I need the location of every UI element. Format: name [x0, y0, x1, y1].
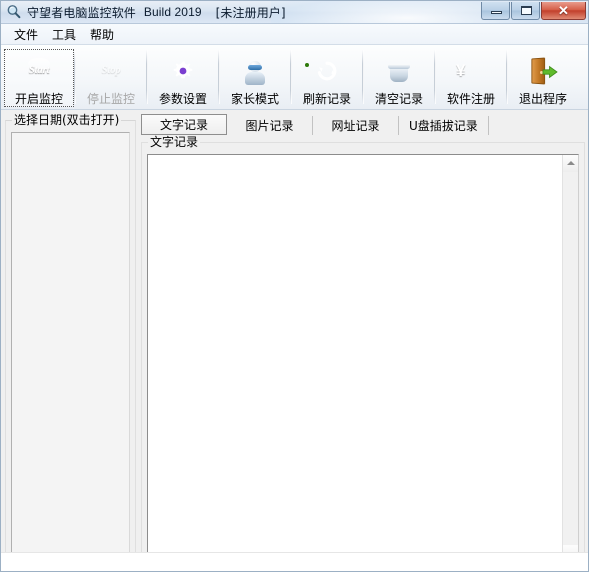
yen-register-icon: ¥	[456, 61, 466, 80]
start-monitoring-button[interactable]: Start 开启监控	[4, 49, 74, 107]
records-group-legend: 文字记录	[148, 135, 201, 149]
tab-image-records[interactable]: 图片记录	[227, 116, 313, 135]
menu-tools[interactable]: 工具	[45, 24, 83, 45]
records-box	[147, 154, 579, 563]
window-title-build: Build 2019	[143, 5, 202, 19]
register-software-button[interactable]: ¥ 软件注册	[436, 49, 506, 107]
tab-panel: 文字记录 图片记录 网址记录 U盘插拔记录 文字记录	[141, 114, 585, 570]
window-title: 守望者电脑监控软件	[27, 5, 136, 20]
start-monitoring-label: 开启监控	[14, 92, 63, 106]
records-vertical-scrollbar[interactable]	[562, 155, 578, 562]
date-list[interactable]	[11, 132, 130, 564]
bottom-strip	[1, 552, 588, 571]
register-software-label: 软件注册	[446, 92, 495, 106]
records-text-area[interactable]	[148, 155, 562, 562]
menu-bar: 文件 工具 帮助	[1, 24, 588, 45]
exit-program-label: 退出程序	[518, 92, 567, 106]
close-icon: ✕	[558, 3, 569, 18]
refresh-icon	[305, 56, 343, 88]
parent-mode-label: 家长模式	[230, 92, 279, 106]
toolbar: Start 开启监控 Stop 停止监控 参数设置 家长模式 刷新记录 清空记录…	[1, 45, 588, 110]
stop-monitoring-label: 停止监控	[86, 92, 135, 106]
minimize-button[interactable]	[481, 2, 510, 20]
date-selection-panel: 选择日期(双击打开)	[5, 113, 136, 570]
close-button[interactable]: ✕	[541, 2, 586, 20]
start-icon-text: Start	[28, 64, 50, 76]
clear-records-label: 清空记录	[374, 92, 423, 106]
clear-records-button[interactable]: 清空记录	[364, 49, 434, 107]
tab-usb-records-label: U盘插拔记录	[409, 119, 478, 133]
tab-url-records-label: 网址记录	[331, 119, 380, 133]
settings-button[interactable]: 参数设置	[148, 49, 218, 107]
exit-door-icon	[527, 56, 559, 88]
tab-image-records-label: 图片记录	[245, 119, 294, 133]
tab-text-records[interactable]: 文字记录	[141, 114, 227, 135]
minimize-icon	[491, 11, 502, 14]
exit-program-button[interactable]: 退出程序	[508, 49, 578, 107]
window-controls: ✕	[480, 2, 586, 20]
settings-label: 参数设置	[158, 92, 207, 106]
tab-strip-filler	[489, 116, 585, 135]
menu-file[interactable]: 文件	[7, 24, 45, 45]
start-monitor-icon: Start	[23, 56, 55, 88]
stop-monitoring-button[interactable]: Stop 停止监控	[76, 49, 146, 107]
chevron-up-icon	[567, 161, 575, 165]
scroll-up-button[interactable]	[563, 155, 578, 172]
main-body: 选择日期(双击打开) 文字记录 图片记录 网址记录 U盘插拔记录 文字记录	[1, 110, 588, 571]
refresh-records-button[interactable]: 刷新记录	[292, 49, 362, 107]
menu-help[interactable]: 帮助	[83, 24, 121, 45]
maximize-button[interactable]	[511, 2, 540, 20]
magnifier-app-icon	[6, 4, 22, 20]
title-bar[interactable]: 守望者电脑监控软件 Build 2019 [未注册用户] ✕	[1, 1, 588, 24]
parent-mode-icon	[239, 56, 271, 88]
date-panel-legend: 选择日期(双击打开)	[12, 113, 122, 127]
refresh-records-label: 刷新记录	[302, 92, 351, 106]
tab-text-records-label: 文字记录	[159, 118, 208, 132]
stop-icon-text: Stop	[101, 64, 121, 76]
gear-icon	[167, 56, 199, 88]
tab-strip: 文字记录 图片记录 网址记录 U盘插拔记录	[141, 114, 585, 135]
parent-mode-button[interactable]: 家长模式	[220, 49, 290, 107]
application-window: 守望者电脑监控软件 Build 2019 [未注册用户] ✕ 文件 工具 帮助 …	[0, 0, 589, 572]
tab-usb-records[interactable]: U盘插拔记录	[399, 116, 489, 135]
trash-icon	[383, 56, 415, 88]
maximize-icon	[521, 6, 532, 15]
stop-monitor-icon: Stop	[95, 56, 127, 88]
tab-url-records[interactable]: 网址记录	[313, 116, 399, 135]
window-title-registration: [未注册用户]	[215, 5, 286, 20]
records-group: 文字记录	[141, 135, 585, 570]
